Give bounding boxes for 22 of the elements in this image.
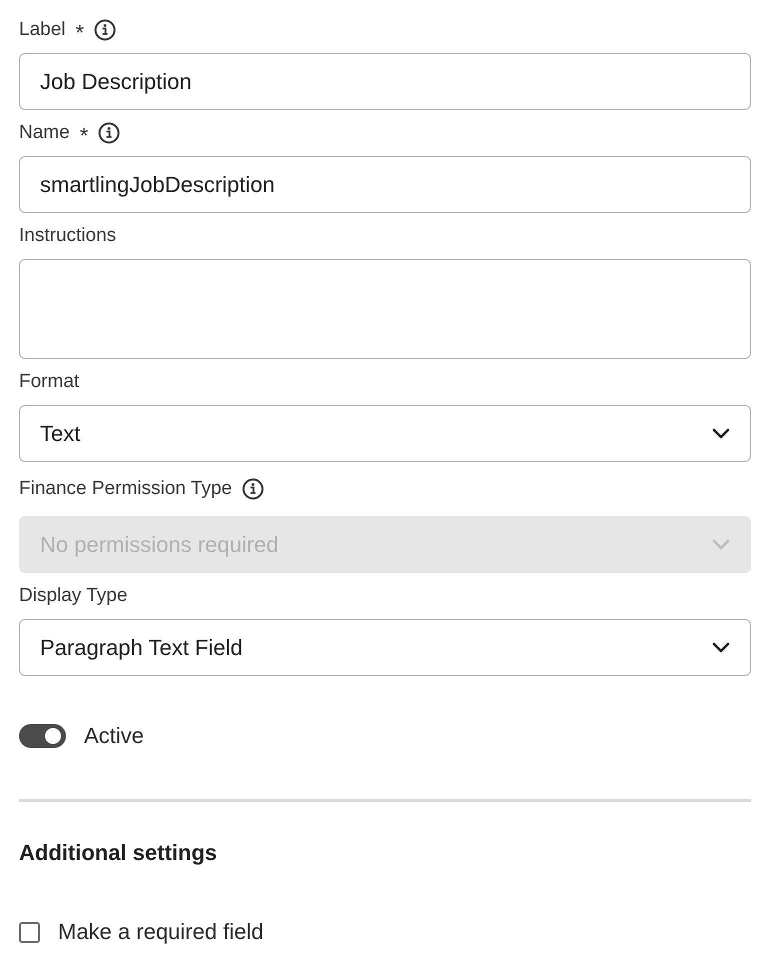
chevron-icon (712, 428, 730, 439)
section-title: Additional settings (19, 840, 218, 866)
field-label: Format (19, 371, 80, 393)
checkbox-label: Make a required field (58, 919, 264, 945)
chevron-icon (712, 539, 730, 550)
checkbox[interactable] (19, 922, 40, 942)
field-label: Finance Permission Type (19, 478, 232, 500)
field-label: Instructions (19, 225, 116, 247)
field-label: Name (19, 122, 70, 144)
select-field[interactable]: Text (19, 405, 751, 462)
select-field[interactable]: Paragraph Text Field (19, 619, 751, 676)
toggle-label: Active (84, 723, 144, 749)
field-label: Label (19, 19, 66, 41)
toggle-switch[interactable] (19, 724, 66, 748)
info-icon[interactable] (98, 122, 120, 144)
info-icon[interactable] (94, 19, 116, 41)
required-marker: * (80, 123, 88, 149)
field-label: Display Type (19, 585, 128, 607)
chevron-icon (712, 642, 730, 653)
required-marker: * (76, 20, 84, 46)
input-field[interactable]: smartlingJobDescription (19, 156, 751, 213)
input-field[interactable]: Job Description (19, 53, 751, 110)
